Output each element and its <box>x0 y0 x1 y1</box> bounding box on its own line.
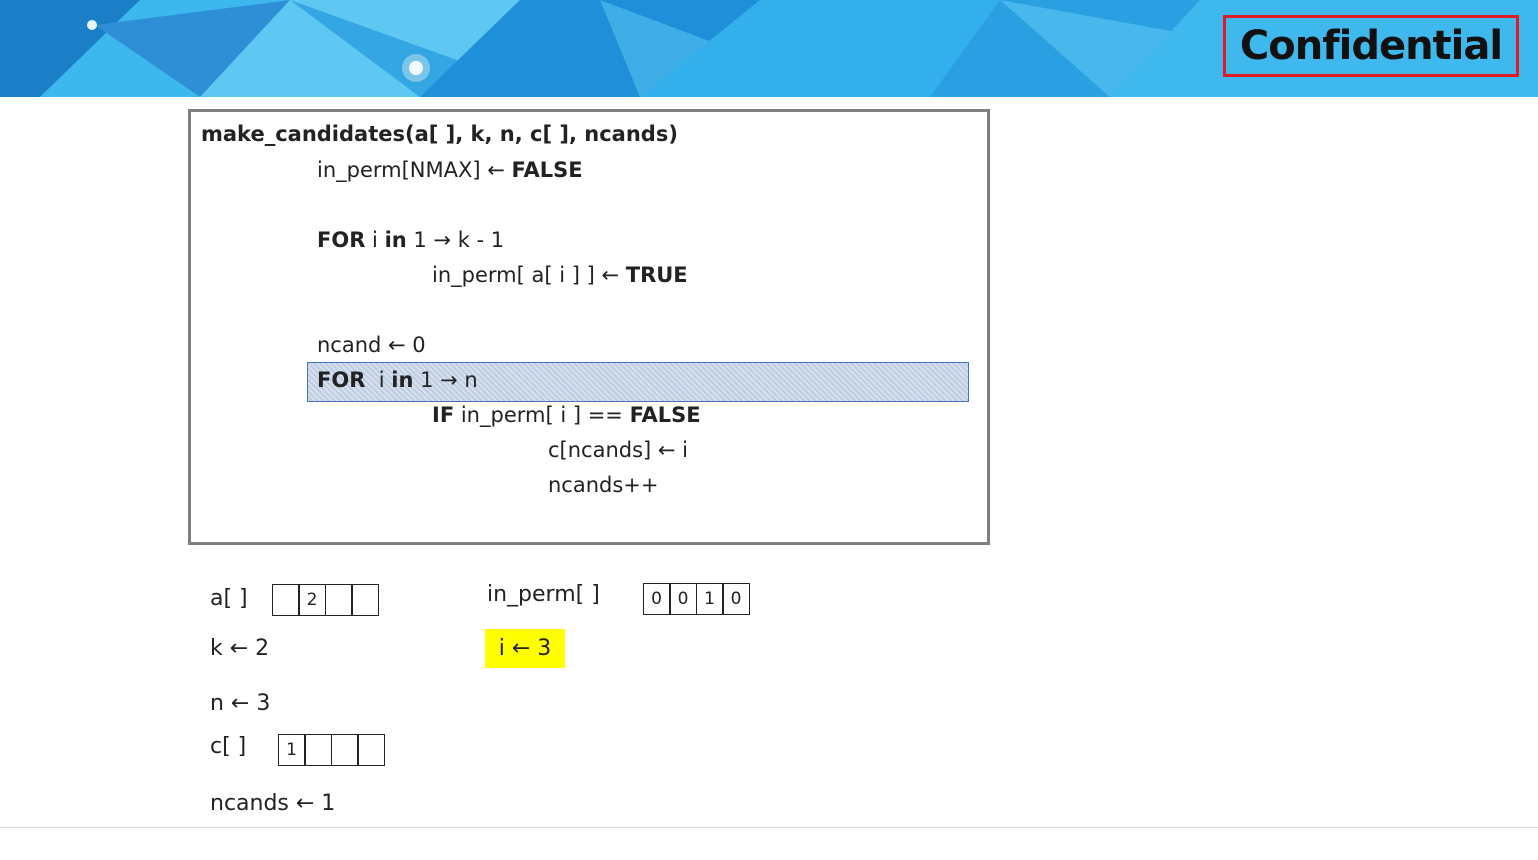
code-keyword: TRUE <box>625 263 688 287</box>
a-array-label: a[ ] <box>210 586 248 611</box>
code-text: c[ncands] ← i <box>548 438 689 462</box>
array-cell <box>304 734 332 766</box>
array-cell: 1 <box>695 583 724 615</box>
bottom-divider <box>0 827 1538 828</box>
i-value-highlight: i ← 3 <box>485 629 565 668</box>
code-line-8: ncands++ <box>548 472 659 498</box>
code-keyword: FALSE <box>511 158 583 182</box>
code-keyword: in <box>384 228 407 252</box>
code-line-4: ncand ← 0 <box>317 332 426 358</box>
c-array-label: c[ ] <box>210 734 247 759</box>
array-cell: 0 <box>722 583 750 615</box>
array-cell: 2 <box>298 584 326 616</box>
code-text: ncand ← 0 <box>317 333 426 357</box>
code-keyword: FALSE <box>629 403 701 427</box>
code-line-6: IF in_perm[ i ] == FALSE <box>432 402 701 428</box>
k-value: k ← 2 <box>210 636 270 661</box>
in-perm-label: in_perm[ ] <box>487 582 600 607</box>
code-keyword: FOR <box>317 228 366 252</box>
n-value: n ← 3 <box>210 691 271 716</box>
code-text: i <box>365 368 392 392</box>
array-cell <box>330 734 359 766</box>
code-keyword: IF <box>432 403 455 427</box>
code-text: in_perm[ i ] == <box>454 403 630 427</box>
code-keyword: in <box>391 368 414 392</box>
code-text: 1 → k - 1 <box>406 228 505 252</box>
array-cell <box>271 584 300 616</box>
array-cell: 1 <box>277 734 306 766</box>
header-banner: Confidential <box>0 0 1538 97</box>
array-cell: 0 <box>669 583 697 615</box>
confidential-text: Confidential <box>1239 23 1503 69</box>
code-line-2: FOR i in 1 → k - 1 <box>317 227 504 253</box>
code-keyword: FOR <box>317 368 366 392</box>
code-text: in_perm[ a[ i ] ] ← <box>432 263 626 287</box>
a-array: 2 <box>271 584 379 616</box>
array-cell: 0 <box>642 583 671 615</box>
array-cell <box>357 734 385 766</box>
code-line-5: FOR i in 1 → n <box>317 367 478 393</box>
code-line-3: in_perm[ a[ i ] ] ← TRUE <box>432 262 688 288</box>
array-cell <box>351 584 379 616</box>
array-cell <box>324 584 353 616</box>
code-text: ncands++ <box>548 473 659 497</box>
ncands-value: ncands ← 1 <box>210 791 336 816</box>
in-perm-array: 0 0 1 0 <box>642 583 750 615</box>
function-signature: make_candidates(a[ ], k, n, c[ ], ncands… <box>201 122 678 146</box>
i-value: i ← 3 <box>498 636 552 661</box>
code-text: i <box>365 228 385 252</box>
c-array: 1 <box>277 734 385 766</box>
confidential-badge: Confidential <box>1223 15 1519 77</box>
code-text: in_perm[NMAX] ← <box>317 158 512 182</box>
code-text: 1 → n <box>413 368 478 392</box>
code-line-7: c[ncands] ← i <box>548 437 688 463</box>
code-line-1: in_perm[NMAX] ← FALSE <box>317 157 583 183</box>
